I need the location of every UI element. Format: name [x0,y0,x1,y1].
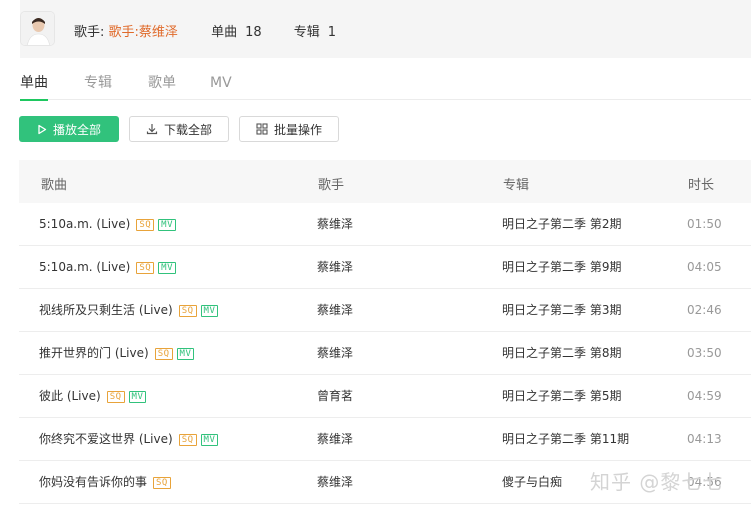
song-title-link[interactable]: 推开世界的门 (Live) [39,332,149,375]
grid-icon [256,123,268,135]
album-link[interactable]: 明日之子第二季 第11期 [502,418,629,461]
sq-badge: SQ [136,261,155,274]
tab-playlists[interactable]: 歌单 [148,73,176,100]
play-icon [38,124,47,134]
song-title-link[interactable]: 你终究不爱这世界 (Live) [39,418,173,461]
mv-badge[interactable]: MV [176,347,195,360]
artist-info: 歌手: 歌手:蔡维泽 单曲 18 专辑 1 [74,21,364,40]
header-duration: 时长 [688,178,715,193]
download-all-label: 下载全部 [163,122,212,137]
singer-link[interactable]: 曾育茗 [317,375,353,418]
header-singer: 歌手 [318,178,345,193]
header-album: 专辑 [503,178,530,193]
download-all-button[interactable]: 下载全部 [129,116,229,142]
avatar[interactable] [20,11,55,46]
play-all-label: 播放全部 [52,122,101,137]
singer-label: 歌手: [74,25,105,40]
single-label: 单曲 [211,25,238,40]
song-cell: 你终究不爱这世界 (Live) SQ MV [39,418,219,461]
singer-name-link[interactable]: 歌手:蔡维泽 [109,25,178,40]
singer-link[interactable]: 蔡维泽 [317,461,353,504]
album-link[interactable]: 明日之子第二季 第9期 [502,246,621,289]
table-row[interactable]: 视线所及只剩生活 (Live) SQ MV 蔡维泽 明日之子第二季 第3期 02:46 [19,289,751,332]
header-song: 歌曲 [41,178,68,193]
song-title-link[interactable]: 5:10a.m. (Live) [39,246,130,289]
singer-link[interactable]: 蔡维泽 [317,289,353,332]
song-title-link[interactable]: 你妈没有告诉你的事 [39,461,147,504]
duration: 01:50 [687,217,722,231]
table-row[interactable]: 彼此 (Live) SQ MV 曾育茗 明日之子第二季 第5期 04:59 [19,375,751,418]
table-row[interactable]: 你终究不爱这世界 (Live) SQ MV 蔡维泽 明日之子第二季 第11期 04:13 [19,418,751,461]
sq-badge: SQ [153,476,171,489]
song-cell: 5:10a.m. (Live) SQ MV [39,246,176,289]
song-table-header: 歌曲 歌手 专辑 时长 [19,160,751,203]
duration: 03:50 [687,346,722,360]
avatar-image [21,12,54,45]
singer-link[interactable]: 蔡维泽 [317,203,353,246]
table-row[interactable]: 推开世界的门 (Live) SQ MV 蔡维泽 明日之子第二季 第8期 03:50 [19,332,751,375]
song-cell: 5:10a.m. (Live) SQ MV [39,203,176,246]
sq-badge: SQ [154,347,173,360]
mv-badge[interactable]: MV [158,261,176,274]
sq-badge: SQ [178,304,197,317]
mv-badge[interactable]: MV [200,433,219,446]
single-stat: 单曲 18 [211,25,262,40]
tab-albums[interactable]: 专辑 [84,73,112,100]
tab-bar: 单曲 专辑 歌单 MV [20,73,751,101]
song-title-link[interactable]: 彼此 (Live) [39,375,101,418]
duration: 04:13 [687,432,722,446]
tab-singles[interactable]: 单曲 [20,73,48,101]
album-link[interactable]: 明日之子第二季 第3期 [502,289,621,332]
duration: 02:46 [687,303,722,317]
album-label: 专辑 [293,25,320,40]
table-row[interactable]: 5:10a.m. (Live) SQ MV 蔡维泽 明日之子第二季 第2期 01:50 [19,203,751,246]
duration: 04:05 [687,260,722,274]
album-link[interactable]: 傻子与白痴 [502,461,562,504]
album-link[interactable]: 明日之子第二季 第5期 [502,375,621,418]
play-all-button[interactable]: 播放全部 [19,116,119,142]
album-stat: 专辑 1 [294,25,336,40]
song-cell: 你妈没有告诉你的事 SQ [39,461,171,504]
album-link[interactable]: 明日之子第二季 第2期 [502,203,621,246]
batch-operation-button[interactable]: 批量操作 [239,116,339,142]
sq-badge: SQ [106,390,125,403]
duration: 04:59 [687,389,722,403]
singer-link[interactable]: 蔡维泽 [317,332,353,375]
download-icon [146,124,158,135]
singer-link[interactable]: 蔡维泽 [317,418,353,461]
mv-badge[interactable]: MV [128,390,147,403]
sq-badge: SQ [178,433,197,446]
song-cell: 彼此 (Live) SQ MV [39,375,147,418]
table-row[interactable]: 5:10a.m. (Live) SQ MV 蔡维泽 明日之子第二季 第9期 04:05 [19,246,751,289]
album-count: 1 [327,25,337,40]
mv-badge[interactable]: MV [200,304,219,317]
single-count: 18 [245,25,262,40]
singer-link[interactable]: 蔡维泽 [317,246,353,289]
album-link[interactable]: 明日之子第二季 第8期 [502,332,621,375]
song-cell: 推开世界的门 (Live) SQ MV [39,332,195,375]
song-title-link[interactable]: 视线所及只剩生活 (Live) [39,289,173,332]
tab-mv[interactable]: MV [210,73,232,100]
mv-badge[interactable]: MV [158,218,176,231]
batch-operation-label: 批量操作 [273,122,322,137]
sq-badge: SQ [136,218,155,231]
watermark: 知乎 @黎七七 [590,470,724,494]
song-cell: 视线所及只剩生活 (Live) SQ MV [39,289,219,332]
song-title-link[interactable]: 5:10a.m. (Live) [39,203,130,246]
